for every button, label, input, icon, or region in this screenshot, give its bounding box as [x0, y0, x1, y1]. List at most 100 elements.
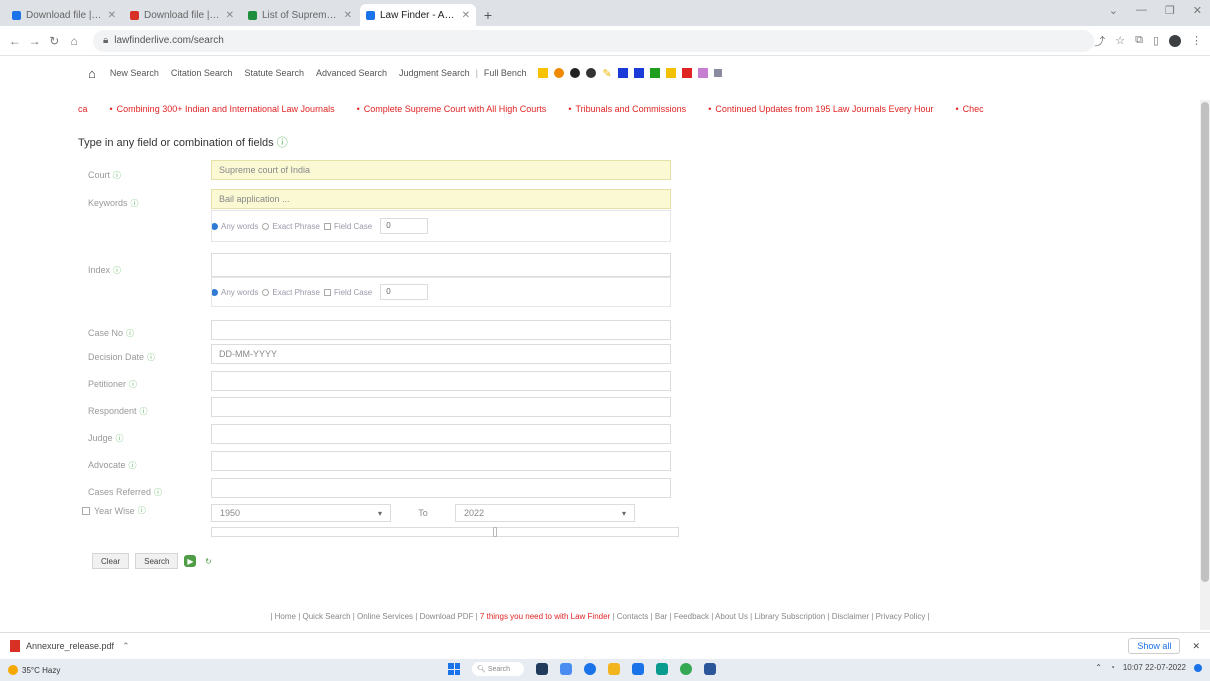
browser-tab[interactable]: Download file | LiveMint ✕ — [124, 4, 240, 26]
word-icon[interactable] — [704, 663, 716, 675]
app-icon[interactable] — [584, 663, 596, 675]
browser-tabbar: Download file | LiveMint✕Download file |… — [0, 0, 1210, 26]
footer-links[interactable]: | Home | Quick Search | Online Services … — [270, 612, 477, 621]
close-icon[interactable]: ✕ — [1192, 641, 1200, 652]
browser-tab[interactable]: List of Supreme Court judgment ✕ — [242, 4, 358, 26]
tool-icon-10[interactable] — [697, 68, 708, 78]
tool-icon-2[interactable] — [554, 68, 565, 78]
index-input[interactable] — [211, 253, 671, 277]
tool-icon-6[interactable] — [633, 68, 644, 78]
address-bar-row: ← → ↻ ⌂ 🔒︎ lawfinderlive.com/search ⤴ ☆ … — [0, 26, 1210, 56]
tool-icon-7[interactable] — [649, 68, 660, 78]
ticker-item[interactable]: • Combining 300+ Indian and International… — [110, 104, 335, 120]
ticker-item[interactable]: ca — [78, 104, 88, 120]
app-icon[interactable] — [632, 663, 644, 675]
restore-icon[interactable]: ❐ — [1165, 4, 1175, 17]
decision-date-input[interactable]: DD-MM-YYYY — [211, 344, 671, 364]
search-help-icon[interactable]: ▶ — [184, 555, 197, 567]
taskbar-apps: 🔍︎ Search — [448, 662, 716, 676]
wifi-icon[interactable]: ◔ — [1110, 663, 1115, 672]
tool-icon-11[interactable] — [713, 69, 722, 77]
cases-referred-input[interactable] — [211, 478, 671, 498]
clear-button[interactable]: Clear — [92, 553, 130, 569]
forward-icon[interactable]: → — [28, 34, 42, 48]
chevron-down-icon: ▾ — [377, 508, 382, 518]
info-icon: ⓘ — [139, 407, 148, 416]
info-icon: ⓘ — [154, 488, 163, 497]
court-input[interactable]: Supreme court of India — [211, 160, 671, 180]
browser-tab[interactable]: Download file | LiveMint ✕ — [6, 4, 122, 26]
ticker-item[interactable]: • Tribunals and Commissions — [568, 104, 686, 120]
show-all-button[interactable]: Show all — [1128, 638, 1181, 654]
pencil-icon[interactable]: ✎ — [602, 67, 611, 80]
tool-icon-9[interactable] — [681, 68, 692, 78]
folder-icon[interactable] — [608, 663, 620, 675]
extensions-icon[interactable]: ⧉ — [1135, 34, 1143, 47]
share-icon[interactable]: ⤴ — [1094, 33, 1105, 49]
nav-link-advanced-search[interactable]: Advanced Search — [316, 68, 387, 78]
year-from-select[interactable]: 1950 ▾ — [211, 504, 391, 522]
nav-link-full-bench[interactable]: Full Bench — [484, 68, 527, 78]
judge-input[interactable] — [211, 424, 671, 444]
tool-icon-4[interactable] — [586, 68, 597, 78]
profile-avatar[interactable] — [1169, 34, 1181, 47]
nav-link-judgment-search[interactable]: Judgment Search — [399, 68, 470, 78]
nav-link-citation-search[interactable]: Citation Search — [171, 68, 233, 78]
respondent-label: Respondent ⓘ — [88, 406, 148, 416]
tool-icon-1[interactable] — [538, 68, 549, 78]
chevron-up-icon[interactable]: ⌃ — [122, 641, 130, 652]
windows-start-icon[interactable] — [448, 663, 460, 675]
ticker-item[interactable]: • Complete Supreme Court with All High Co… — [357, 104, 547, 120]
edge-icon[interactable] — [656, 663, 668, 675]
advocate-input[interactable] — [211, 451, 671, 471]
footer-links[interactable]: | Contacts | Bar | Feedback | About Us |… — [612, 612, 929, 621]
bookmark-star-icon[interactable]: ☆ — [1115, 34, 1125, 47]
case-no-label: Case No ⓘ — [88, 328, 135, 338]
app-icon[interactable] — [536, 663, 548, 675]
home-icon[interactable]: ⌂ — [67, 34, 81, 48]
menu-icon[interactable]: ⋮ — [1191, 34, 1202, 47]
ticker-item[interactable]: • Continued Updates from 195 Law Journals… — [708, 104, 933, 120]
sidebar-icon[interactable]: ▯ — [1153, 34, 1159, 47]
new-tab-button[interactable]: + — [478, 4, 498, 26]
taskbar-search[interactable]: 🔍︎ Search — [472, 662, 524, 676]
notification-icon[interactable] — [1194, 663, 1202, 672]
close-tab-icon[interactable]: ✕ — [344, 10, 352, 21]
info-icon[interactable]: ⓘ — [277, 137, 288, 149]
ticker-item[interactable]: • Chec — [955, 104, 983, 120]
refresh-icon[interactable]: ↻ — [202, 555, 215, 567]
clock[interactable]: 10:07 22-07-2022 — [1123, 663, 1186, 672]
petitioner-input[interactable] — [211, 371, 671, 391]
respondent-input[interactable] — [211, 397, 671, 417]
back-icon[interactable]: ← — [8, 34, 22, 48]
year-wise-checkbox[interactable]: Year Wise ⓘ — [82, 505, 146, 516]
nav-link-new-search[interactable]: New Search — [110, 68, 159, 78]
home-icon[interactable]: ⌂ — [88, 66, 96, 81]
tool-icon-5[interactable] — [617, 68, 628, 78]
minimize-icon[interactable]: — — [1136, 4, 1147, 17]
download-item[interactable]: Annexure_release.pdf — [26, 641, 114, 651]
app-icon[interactable] — [560, 663, 572, 675]
year-to-select[interactable]: 2022 ▾ — [455, 504, 635, 522]
reload-icon[interactable]: ↻ — [47, 34, 61, 48]
tool-icon-8[interactable] — [665, 68, 676, 78]
tool-icon-3[interactable] — [570, 68, 581, 78]
footer-highlight-link[interactable]: 7 things you need to with Law Finder — [480, 612, 610, 621]
chevron-down-icon[interactable]: ⌄ — [1109, 4, 1118, 17]
year-range-slider[interactable] — [211, 527, 679, 537]
close-icon[interactable]: ✕ — [1193, 4, 1202, 17]
close-tab-icon[interactable]: ✕ — [462, 10, 470, 21]
url-input[interactable]: 🔒︎ lawfinderlive.com/search — [92, 29, 1095, 52]
case-no-input[interactable] — [211, 320, 671, 340]
weather-widget[interactable]: 35°C Hazy — [8, 665, 60, 675]
search-button[interactable]: Search — [135, 553, 179, 569]
close-tab-icon[interactable]: ✕ — [226, 10, 234, 21]
close-tab-icon[interactable]: ✕ — [108, 10, 116, 21]
keywords-input[interactable]: Bail application ... — [211, 189, 671, 209]
chevron-up-icon[interactable]: ⌃ — [1095, 663, 1102, 672]
browser-tab[interactable]: Law Finder - Advanced Search ✕ — [360, 4, 476, 26]
chrome-icon[interactable] — [680, 663, 692, 675]
slider-handle[interactable] — [493, 527, 497, 537]
nav-link-statute-search[interactable]: Statute Search — [244, 68, 304, 78]
page-scrollbar[interactable] — [1200, 100, 1210, 630]
